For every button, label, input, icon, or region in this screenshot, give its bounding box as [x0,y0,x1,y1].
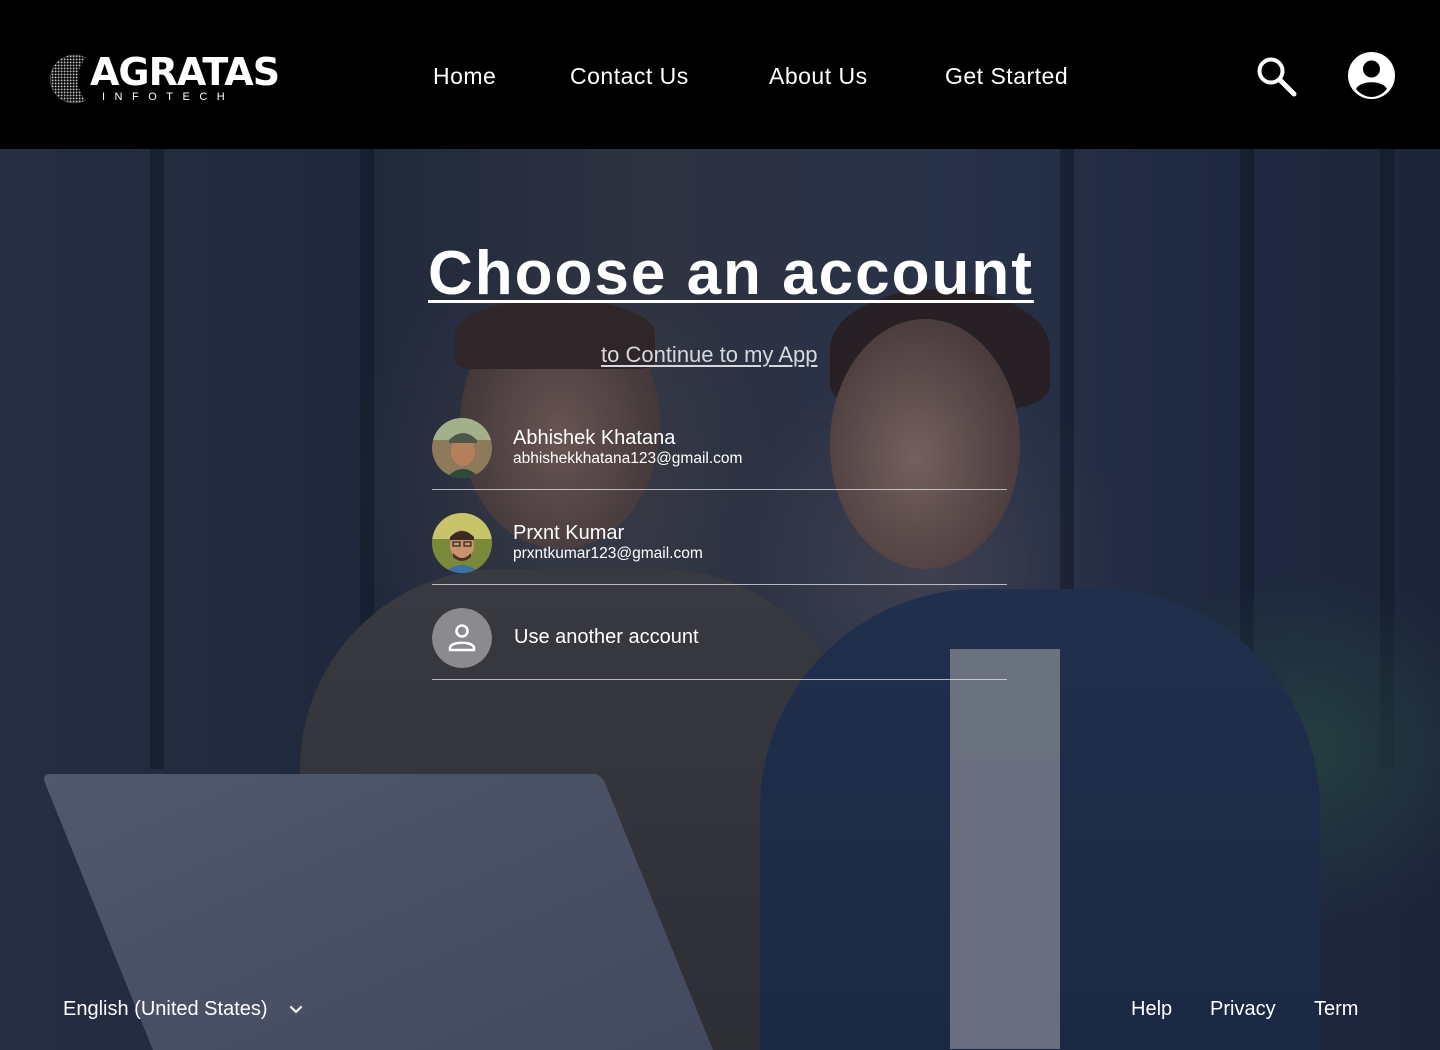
nav-home[interactable]: Home [433,60,496,92]
footer-term-link[interactable]: Term [1314,996,1358,1022]
avatar [432,418,492,478]
top-nav-bar: AGRATAS INFOTECH Home Contact Us About U… [0,0,1440,149]
brand-logo[interactable]: AGRATAS INFOTECH [48,50,280,106]
account-item[interactable]: Prxnt Kumar prxntkumar123@gmail.com [432,507,1007,585]
continue-to-app-link[interactable]: to Continue to my App [601,340,817,370]
person-icon [432,608,492,668]
avatar-photo-icon [432,513,492,573]
avatar-photo-icon [432,418,492,478]
page-title: Choose an account [428,239,1034,308]
globe-logo-icon [50,54,87,104]
account-circle-icon [1348,52,1395,99]
account-name: Prxnt Kumar [513,522,625,544]
nav-get-started[interactable]: Get Started [945,60,1068,92]
chevron-down-icon[interactable] [289,1003,303,1017]
brand-tagline: INFOTECH [102,91,235,103]
use-another-account-label: Use another account [514,626,699,648]
language-selector[interactable]: English (United States) [63,996,268,1022]
nav-about-us[interactable]: About Us [769,60,868,92]
account-name: Abhishek Khatana [513,427,676,449]
account-item[interactable]: Abhishek Khatana abhishekkhatana123@gmai… [432,412,1007,490]
brand-wordmark: AGRATAS [90,50,280,94]
search-button[interactable] [1254,54,1298,98]
account-button[interactable] [1347,51,1396,100]
account-email: abhishekkhatana123@gmail.com [513,450,743,467]
use-another-account-item[interactable]: Use another account [432,602,1007,680]
nav-contact-us[interactable]: Contact Us [570,60,689,92]
footer-privacy-link[interactable]: Privacy [1210,996,1276,1022]
avatar [432,513,492,573]
account-email: prxntkumar123@gmail.com [513,545,703,562]
footer-help-link[interactable]: Help [1131,996,1172,1022]
generic-avatar [432,608,492,668]
search-icon [1257,57,1297,97]
